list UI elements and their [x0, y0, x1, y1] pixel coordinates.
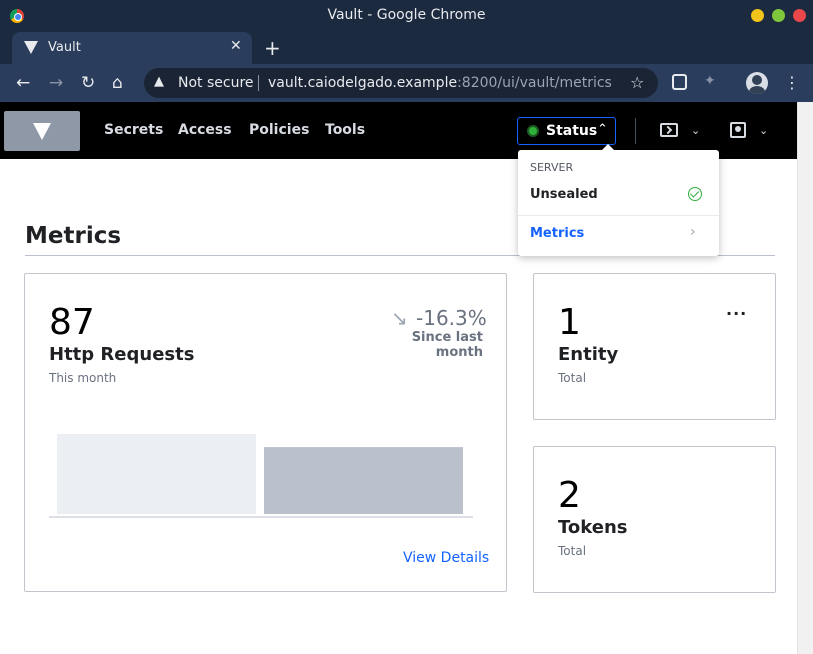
chart-bar-1	[57, 434, 256, 514]
chart-bar-2	[264, 447, 463, 514]
nav-tools[interactable]: Tools	[325, 122, 365, 138]
more-options-icon[interactable]: ···	[726, 304, 747, 323]
http-requests-sub: This month	[49, 371, 117, 385]
page-viewport: Secrets Access Policies Tools Status ⌃ ⌄…	[0, 102, 797, 654]
dropdown-divider	[518, 215, 719, 216]
nav-access[interactable]: Access	[178, 122, 232, 138]
view-details-link[interactable]: View Details	[403, 550, 489, 566]
http-requests-label: Http Requests	[49, 344, 195, 365]
new-tab-button[interactable]: +	[264, 36, 281, 60]
tokens-label: Tokens	[558, 517, 628, 538]
chevron-down-icon[interactable]: ⌄	[691, 124, 700, 137]
entity-sub: Total	[558, 371, 587, 385]
status-label: Status	[546, 123, 598, 139]
omnibox-separator	[258, 75, 259, 91]
http-requests-delta-label: Since last month	[411, 330, 483, 360]
tab-title: Vault	[48, 40, 81, 55]
url-path: :8200/ui/vault/metrics	[457, 75, 612, 91]
user-chevron-down-icon[interactable]: ⌄	[759, 124, 768, 137]
vault-logo-icon	[33, 123, 51, 140]
nav-policies[interactable]: Policies	[249, 122, 309, 138]
http-requests-chart	[49, 434, 473, 518]
tokens-card: 2 Tokens Total	[533, 446, 776, 593]
browser-toolbar: ← → ↻ ⌂ ▲ Not secure vault.caiodelgado.e…	[0, 64, 813, 102]
chevron-up-icon: ⌃	[597, 122, 608, 137]
back-icon[interactable]: ←	[16, 73, 30, 93]
tab-vault[interactable]: Vault ✕	[12, 32, 252, 64]
home-icon[interactable]: ⌂	[112, 73, 123, 93]
menu-icon[interactable]: ⋮	[784, 73, 800, 92]
nav-divider	[635, 118, 636, 144]
page-title: Metrics	[25, 223, 122, 249]
http-requests-card: 87 Http Requests This month ↘ -16.3% Sin…	[24, 273, 507, 592]
window-title: Vault - Google Chrome	[327, 7, 486, 23]
url-host: vault.caiodelgado.example	[268, 75, 458, 91]
extension-puzzle-icon[interactable]: ✦	[704, 73, 716, 89]
tab-close-icon[interactable]: ✕	[230, 38, 242, 54]
window-titlebar: Vault - Google Chrome	[0, 0, 813, 32]
close-window-button[interactable]	[793, 9, 806, 22]
status-dot-icon	[527, 125, 539, 137]
http-requests-count: 87	[49, 302, 95, 343]
check-circle-icon	[688, 187, 702, 201]
http-requests-delta: -16.3%	[416, 306, 487, 330]
maximize-button[interactable]	[772, 9, 785, 22]
entity-card: 1 Entity Total ···	[533, 273, 776, 420]
entity-count: 1	[558, 302, 581, 343]
dropdown-header: SERVER	[530, 161, 574, 174]
extension-icon[interactable]	[672, 74, 687, 90]
page-scrollbar[interactable]	[797, 102, 813, 654]
entity-label: Entity	[558, 344, 619, 365]
forward-icon[interactable]: →	[49, 73, 63, 93]
address-bar[interactable]: ▲ Not secure vault.caiodelgado.example:8…	[144, 68, 658, 98]
console-icon[interactable]	[660, 123, 678, 137]
status-button[interactable]: Status ⌃	[517, 117, 616, 145]
status-dropdown: SERVER Unsealed Metrics ›	[518, 144, 719, 256]
unsealed-status: Unsealed	[530, 187, 598, 202]
nav-secrets[interactable]: Secrets	[104, 122, 163, 138]
chevron-right-icon[interactable]: ›	[690, 224, 696, 240]
vault-favicon-icon	[24, 41, 38, 54]
tokens-count: 2	[558, 475, 581, 516]
url-text[interactable]: vault.caiodelgado.example:8200/ui/vault/…	[268, 75, 612, 91]
dropdown-caret	[602, 144, 614, 150]
vault-home-link[interactable]	[4, 111, 80, 151]
tokens-sub: Total	[558, 544, 587, 558]
profile-avatar[interactable]	[746, 72, 768, 94]
metrics-link[interactable]: Metrics	[530, 226, 584, 241]
reload-icon[interactable]: ↻	[81, 73, 95, 93]
security-status[interactable]: Not secure	[178, 75, 254, 91]
minimize-button[interactable]	[751, 9, 764, 22]
user-icon[interactable]	[730, 122, 746, 138]
warning-icon[interactable]: ▲	[154, 74, 164, 89]
arrow-down-right-icon: ↘	[391, 306, 408, 330]
tab-strip: Vault ✕ +	[0, 32, 813, 64]
star-icon[interactable]: ☆	[630, 73, 644, 92]
